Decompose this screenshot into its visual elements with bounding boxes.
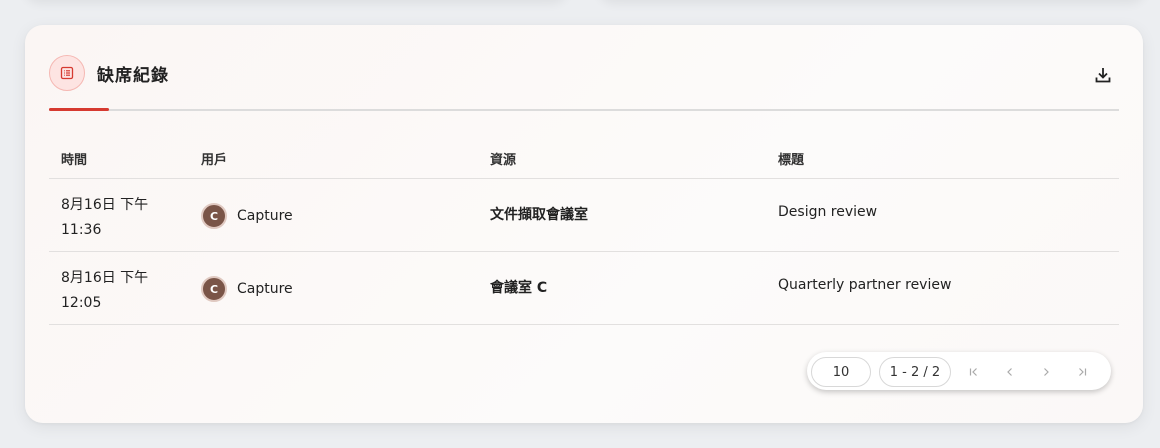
- time-cell: 8月16日 下午 11:36: [61, 193, 148, 243]
- tab-divider: [49, 109, 1119, 111]
- first-page-icon: [969, 368, 977, 376]
- title-cell: Quarterly partner review: [778, 277, 952, 293]
- download-button[interactable]: [1087, 59, 1119, 91]
- avatar: C: [201, 203, 227, 229]
- panel-title: 缺席紀錄: [97, 66, 169, 86]
- column-header-resource[interactable]: 資源: [490, 149, 516, 168]
- time-text: 11:36: [61, 222, 102, 238]
- list-document-icon: [49, 55, 85, 91]
- chevron-left-icon: [1007, 368, 1012, 376]
- title-cell: Design review: [778, 204, 878, 220]
- resource-cell: 會議室 C: [490, 280, 548, 296]
- pagination-bar: 10 1 - 2 / 2: [807, 352, 1111, 390]
- table-row[interactable]: 8月16日 下午 12:05 C Capture 會議室 C Quarterly…: [49, 252, 1119, 325]
- last-page-icon: [1079, 368, 1087, 376]
- user-cell: C Capture: [201, 276, 293, 302]
- user-name: Capture: [237, 208, 293, 224]
- user-name: Capture: [237, 281, 293, 297]
- resource-cell: 文件擷取會議室: [490, 207, 588, 223]
- avatar: C: [201, 276, 227, 302]
- absence-records-panel: 缺席紀錄 時間 用戶 資源 標題 8月16日 下午 11:36 C Captur…: [25, 25, 1143, 423]
- user-cell: C Capture: [201, 203, 293, 229]
- table-header: 時間 用戶 資源 標題: [49, 137, 1119, 179]
- column-header-title[interactable]: 標題: [778, 149, 804, 168]
- page-range-label: 1 - 2 / 2: [879, 357, 951, 387]
- panel-header: 缺席紀錄: [49, 55, 1119, 111]
- table-row[interactable]: 8月16日 下午 11:36 C Capture 文件擷取會議室 Design …: [49, 179, 1119, 252]
- date-text: 8月16日 下午: [61, 270, 149, 286]
- column-header-time[interactable]: 時間: [61, 149, 87, 168]
- download-icon: [1095, 68, 1111, 83]
- date-text: 8月16日 下午: [61, 197, 149, 213]
- first-page-button[interactable]: [963, 361, 985, 383]
- time-text: 12:05: [61, 295, 102, 311]
- time-cell: 8月16日 下午 12:05: [61, 266, 148, 316]
- last-page-button[interactable]: [1071, 361, 1093, 383]
- chevron-right-icon: [1044, 368, 1049, 376]
- next-page-button[interactable]: [1035, 361, 1057, 383]
- column-header-user[interactable]: 用戶: [201, 149, 227, 168]
- previous-page-button[interactable]: [999, 361, 1021, 383]
- absence-table: 時間 用戶 資源 標題 8月16日 下午 11:36 C Capture 文件擷…: [49, 137, 1119, 325]
- page-size-select[interactable]: 10: [811, 357, 871, 387]
- active-tab-indicator: [49, 108, 109, 111]
